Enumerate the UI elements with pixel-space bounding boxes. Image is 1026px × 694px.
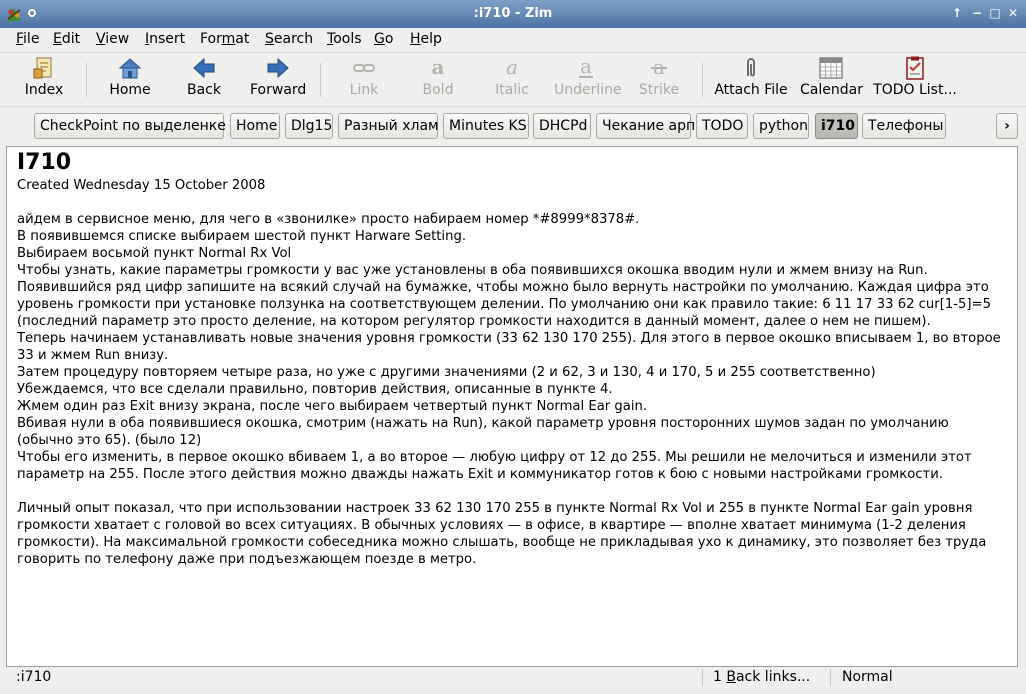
- path-item-python[interactable]: python: [753, 113, 809, 139]
- bold-icon: a: [432, 56, 445, 79]
- status-bar: :i710 1 Back links... Normal: [0, 667, 1026, 689]
- toolbar-separator: [702, 63, 703, 97]
- home-icon: [118, 58, 142, 79]
- link-label: Link: [349, 82, 379, 98]
- clipboard-checklist-icon: [906, 56, 924, 80]
- page-heading: I710: [17, 150, 72, 175]
- page-content[interactable]: I710 Created Wednesday 15 October 2008 а…: [17, 149, 1009, 568]
- text-line[interactable]: Вбивая нули в оба появившиеся окошка, см…: [17, 415, 1009, 449]
- menu-help[interactable]: Help: [410, 31, 442, 47]
- calendar-icon: [819, 57, 843, 79]
- attach-file-button[interactable]: Attach File: [714, 56, 788, 102]
- strike-button[interactable]: a Strike: [638, 56, 680, 102]
- strike-icon: a: [651, 56, 667, 79]
- status-divider: [830, 669, 831, 687]
- index-label: Index: [24, 82, 64, 98]
- calendar-label: Calendar: [800, 82, 863, 98]
- menu-bar: File Edit View Insert Format Search Tool…: [0, 28, 1026, 53]
- home-button[interactable]: Home: [104, 56, 156, 102]
- path-item-dhcpd[interactable]: DHCPd: [533, 113, 591, 139]
- text-line[interactable]: Жмем один раз Exit внизу экрана, после ч…: [17, 398, 1009, 415]
- forward-label: Forward: [250, 82, 307, 98]
- underline-button[interactable]: a Underline: [554, 56, 622, 102]
- path-item-chekanie-arp[interactable]: Чекание арп: [596, 113, 695, 139]
- svg-text:a: a: [580, 56, 592, 78]
- path-item-raznyi-khlam[interactable]: Разный хлам: [338, 113, 439, 139]
- window-title: :i710 - Zim: [473, 6, 553, 21]
- paperclip-icon: [747, 58, 755, 77]
- status-style: Normal: [842, 669, 893, 685]
- bold-label: Bold: [422, 82, 454, 98]
- text-line[interactable]: Чтобы узнать, какие параметры громкости …: [17, 262, 1009, 279]
- svg-text:a: a: [506, 56, 518, 79]
- link-icon: [353, 64, 375, 72]
- index-button[interactable]: Index: [18, 56, 70, 102]
- bold-button[interactable]: a Bold: [418, 56, 458, 102]
- todo-list-label: TODO List...: [873, 82, 957, 98]
- path-scroll-right-button[interactable]: ›: [996, 113, 1018, 139]
- text-line[interactable]: Чтобы его изменить, в первое окошко вбив…: [17, 449, 1009, 483]
- italic-label: Italic: [495, 82, 529, 98]
- zim-window: :i710 - Zim ↑ − □ ✕ File Edit View Inser…: [0, 0, 1026, 694]
- home-label: Home: [109, 82, 151, 98]
- path-item-todo[interactable]: TODO: [696, 113, 748, 139]
- status-page-name: :i710: [16, 669, 52, 685]
- text-line[interactable]: В появившемся списке выбираем шестой пун…: [17, 228, 1009, 245]
- index-icon: [33, 57, 52, 79]
- italic-icon: a: [506, 56, 518, 79]
- back-arrow-icon: [193, 57, 215, 79]
- toolbar-separator: [320, 63, 321, 97]
- link-button[interactable]: Link: [344, 56, 384, 102]
- close-icon[interactable]: ✕: [1006, 6, 1020, 20]
- text-line[interactable]: айдем в сервисное меню, для чего в «звон…: [17, 211, 1009, 228]
- text-line[interactable]: Теперь начинаем устанавливать новые знач…: [17, 330, 1009, 364]
- toolbar-separator: [86, 63, 87, 97]
- menu-format[interactable]: Format: [200, 31, 249, 47]
- page-editor[interactable]: I710 Created Wednesday 15 October 2008 а…: [6, 146, 1018, 667]
- minimize-icon[interactable]: −: [970, 6, 984, 20]
- menu-insert[interactable]: Insert: [145, 31, 185, 47]
- menu-view[interactable]: View: [96, 31, 129, 47]
- svg-text:a: a: [432, 56, 445, 79]
- path-item-i710[interactable]: i710: [815, 113, 858, 139]
- toolbar: Index Home Back Forward Link a Bold a It…: [0, 53, 1026, 107]
- strike-label: Strike: [638, 82, 680, 98]
- title-bar: :i710 - Zim ↑ − □ ✕: [0, 0, 1026, 28]
- shade-up-icon[interactable]: ↑: [950, 6, 964, 20]
- path-item-minutes-ks[interactable]: Minutes KS: [443, 113, 529, 139]
- underline-icon: a: [579, 56, 593, 78]
- calendar-button[interactable]: Calendar: [800, 56, 863, 102]
- text-line[interactable]: Появившийся ряд цифр запишите на всякий …: [17, 279, 1009, 330]
- menu-file[interactable]: File: [16, 31, 39, 47]
- path-item-checkpoint[interactable]: CheckPoint по выделенке: [34, 113, 226, 139]
- text-line[interactable]: Выбираем восьмой пункт Normal Rx Vol: [17, 245, 1009, 262]
- underline-label: Underline: [554, 82, 622, 98]
- menu-search[interactable]: Search: [265, 31, 313, 47]
- forward-button[interactable]: Forward: [250, 56, 306, 102]
- back-button[interactable]: Back: [180, 56, 228, 102]
- path-item-telefony[interactable]: Телефоны: [862, 113, 946, 139]
- path-bar: CheckPoint по выделенке Home Dlg15 Разны…: [0, 107, 1026, 147]
- back-label: Back: [187, 82, 221, 98]
- text-line[interactable]: Затем процедуру повторяем четыре раза, н…: [17, 364, 1009, 381]
- text-line[interactable]: Личный опыт показал, что при использован…: [17, 500, 1009, 568]
- todo-list-button[interactable]: TODO List...: [872, 56, 958, 102]
- italic-button[interactable]: a Italic: [492, 56, 532, 102]
- attach-file-label: Attach File: [714, 82, 788, 98]
- status-divider: [702, 669, 703, 687]
- text-line[interactable]: Убеждаемся, что все сделали правильно, п…: [17, 381, 1009, 398]
- forward-arrow-icon: [267, 57, 289, 79]
- backlinks-button[interactable]: 1 Back links...: [713, 669, 810, 685]
- path-item-dlg15[interactable]: Dlg15: [285, 113, 333, 139]
- menu-tools[interactable]: Tools: [327, 31, 362, 47]
- menu-edit[interactable]: Edit: [53, 31, 80, 47]
- created-date: Created Wednesday 15 October 2008: [17, 178, 266, 193]
- menu-go[interactable]: Go: [374, 31, 393, 47]
- path-item-home[interactable]: Home: [230, 113, 280, 139]
- maximize-icon[interactable]: □: [988, 6, 1002, 20]
